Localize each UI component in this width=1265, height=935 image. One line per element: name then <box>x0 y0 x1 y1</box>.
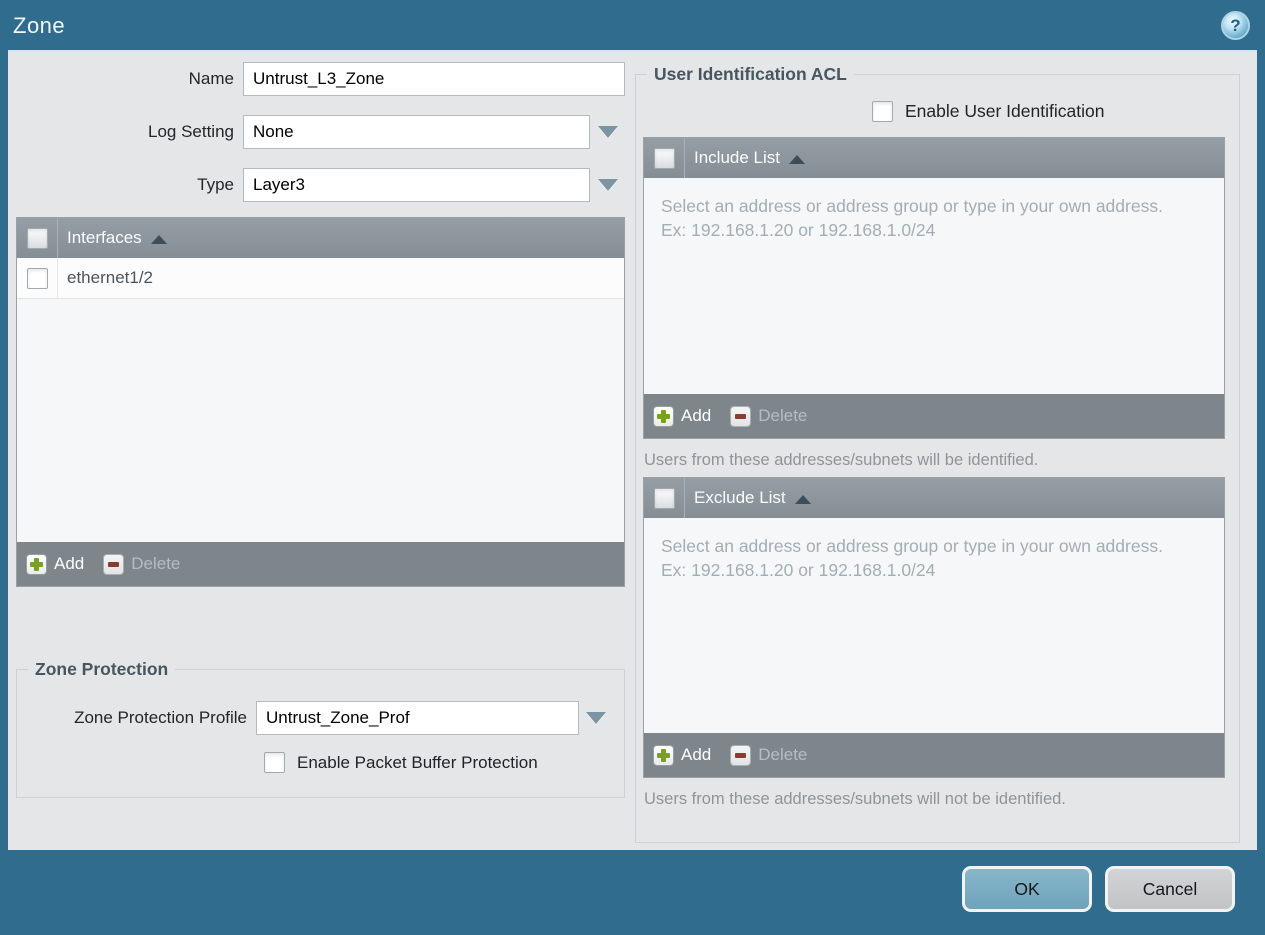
interface-name: ethernet1/2 <box>67 268 154 287</box>
exclude-list-toolbar: Add Delete <box>644 733 1224 777</box>
type-value: Layer3 <box>243 168 590 202</box>
include-list-header-label: Include List <box>694 148 780 167</box>
packet-buffer-label: Enable Packet Buffer Protection <box>297 752 538 772</box>
zone-protection-profile-value: Untrust_Zone_Prof <box>256 701 579 735</box>
row-checkbox-cell <box>17 258 58 298</box>
add-button[interactable]: Add <box>653 405 712 427</box>
delete-button[interactable]: Delete <box>103 553 181 575</box>
table-row[interactable]: ethernet1/2 <box>17 258 624 299</box>
exclude-list-placeholder: Select an address or address group or ty… <box>661 536 1163 581</box>
delete-button-label: Delete <box>758 745 808 764</box>
enable-user-id-row: Enable User Identification <box>872 101 1239 122</box>
cancel-button[interactable]: Cancel <box>1105 866 1235 912</box>
row-checkbox[interactable] <box>26 267 48 289</box>
interfaces-header-label: Interfaces <box>67 228 142 247</box>
plus-icon <box>26 553 47 575</box>
dialog-body: Name Log Setting None Type Layer3 Int <box>8 50 1257 850</box>
interfaces-header[interactable]: Interfaces <box>17 218 624 258</box>
packet-buffer-checkbox[interactable] <box>264 752 285 773</box>
exclude-list-header[interactable]: Exclude List <box>644 478 1224 518</box>
zone-protection-profile-select[interactable]: Untrust_Zone_Prof <box>256 701 624 735</box>
add-button-label: Add <box>54 554 85 573</box>
zone-protection-profile-label: Zone Protection Profile <box>74 708 247 727</box>
plus-icon <box>653 405 674 427</box>
delete-button-label: Delete <box>758 406 808 425</box>
zone-settings-column: Name Log Setting None Type Layer3 Int <box>16 62 625 798</box>
add-button[interactable]: Add <box>653 744 712 766</box>
include-list-toolbar: Add Delete <box>644 394 1224 438</box>
delete-button-label: Delete <box>131 554 181 573</box>
include-list-body[interactable]: Select an address or address group or ty… <box>644 178 1224 394</box>
help-icon[interactable]: ? <box>1221 11 1250 40</box>
select-all-checkbox[interactable] <box>653 487 675 509</box>
type-select[interactable]: Layer3 <box>243 168 625 202</box>
include-list-header[interactable]: Include List <box>644 138 1224 178</box>
sort-ascending-icon <box>150 234 167 244</box>
log-setting-select[interactable]: None <box>243 115 625 149</box>
minus-icon <box>730 744 752 766</box>
header-checkbox-cell <box>644 138 685 178</box>
dialog-title: Zone <box>13 13 66 38</box>
interfaces-toolbar: Add Delete <box>17 542 624 586</box>
exclude-list-body[interactable]: Select an address or address group or ty… <box>644 518 1224 733</box>
name-row: Name <box>16 62 625 96</box>
enable-user-id-label: Enable User Identification <box>905 101 1105 121</box>
dialog-titlebar: Zone ? <box>0 0 1265 50</box>
packet-buffer-row: Enable Packet Buffer Protection <box>264 752 624 773</box>
add-button[interactable]: Add <box>26 553 85 575</box>
delete-button[interactable]: Delete <box>730 744 808 766</box>
exclude-list-header-label: Exclude List <box>694 488 786 507</box>
plus-icon <box>653 744 674 766</box>
zone-protection-profile-row: Zone Protection Profile Untrust_Zone_Pro… <box>17 701 624 735</box>
enable-user-id-checkbox[interactable] <box>872 101 893 122</box>
log-setting-row: Log Setting None <box>16 115 625 149</box>
type-label: Type <box>197 175 234 194</box>
chevron-down-icon[interactable] <box>590 115 625 149</box>
chevron-down-icon[interactable] <box>590 168 625 202</box>
header-checkbox-cell <box>17 218 58 258</box>
exclude-list-caption: Users from these addresses/subnets will … <box>644 790 1066 808</box>
delete-button[interactable]: Delete <box>730 405 808 427</box>
select-all-checkbox[interactable] <box>653 147 675 169</box>
sort-ascending-icon <box>789 154 805 164</box>
name-label: Name <box>188 69 234 88</box>
zone-protection-legend: Zone Protection <box>35 659 169 679</box>
zone-protection-section: Zone Protection Zone Protection Profile … <box>16 659 625 798</box>
select-all-checkbox[interactable] <box>26 227 48 249</box>
exclude-list-table: Exclude List Select an address or addres… <box>643 477 1225 778</box>
log-setting-value: None <box>243 115 590 149</box>
user-identification-legend: User Identification ACL <box>654 64 847 84</box>
interfaces-table: Interfaces ethernet1/2 Add Delete <box>16 217 625 587</box>
dialog-footer: OK Cancel <box>0 850 1265 935</box>
minus-icon <box>730 405 752 427</box>
include-list-table: Include List Select an address or addres… <box>643 137 1225 439</box>
name-input[interactable] <box>243 62 625 96</box>
sort-ascending-icon <box>794 494 811 504</box>
interfaces-list: ethernet1/2 <box>17 258 624 542</box>
add-button-label: Add <box>681 406 712 425</box>
user-identification-section: User Identification ACL Enable User Iden… <box>635 64 1240 843</box>
include-list-caption: Users from these addresses/subnets will … <box>644 451 1039 469</box>
minus-icon <box>103 553 125 575</box>
add-button-label: Add <box>681 745 712 764</box>
include-list-placeholder: Select an address or address group or ty… <box>661 196 1163 241</box>
type-row: Type Layer3 <box>16 168 625 202</box>
chevron-down-icon[interactable] <box>579 701 613 735</box>
ok-button[interactable]: OK <box>962 866 1092 912</box>
log-setting-label: Log Setting <box>147 122 234 141</box>
header-checkbox-cell <box>644 478 685 518</box>
